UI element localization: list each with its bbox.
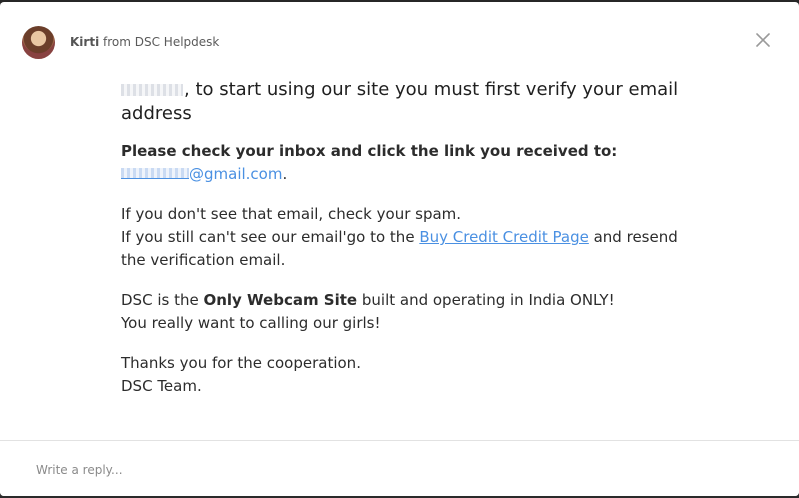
redacted-username bbox=[121, 84, 183, 96]
dsc-line-2: You really want to calling our girls! bbox=[121, 314, 381, 332]
dsc-post: built and operating in India ONLY! bbox=[357, 291, 615, 309]
spam-paragraph: If you don't see that email, check your … bbox=[121, 203, 701, 272]
dsc-line-1: DSC is the Only Webcam Site built and op… bbox=[121, 289, 701, 312]
sender-line: Kirti from DSC Helpdesk bbox=[70, 35, 219, 49]
thanks-line-2: DSC Team. bbox=[121, 377, 202, 395]
email-suffix: @gmail.com bbox=[189, 165, 283, 183]
sender-org: from DSC Helpdesk bbox=[103, 35, 220, 49]
email-period: . bbox=[282, 165, 288, 183]
headline-text: , to start using our site you must first… bbox=[121, 79, 679, 124]
dsc-paragraph: DSC is the Only Webcam Site built and op… bbox=[121, 289, 701, 335]
email-line: @gmail.com. bbox=[121, 163, 701, 186]
sender-name: Kirti bbox=[70, 35, 100, 49]
thanks-paragraph: Thanks you for the cooperation. DSC Team… bbox=[121, 352, 701, 398]
avatar bbox=[22, 25, 55, 59]
reply-input[interactable] bbox=[36, 460, 756, 480]
spam-line-2-pre: If you still can't see our email'go to t… bbox=[121, 228, 420, 246]
conversation-panel: Kirti from DSC Helpdesk , to start using… bbox=[0, 2, 799, 496]
message-body: , to start using our site you must first… bbox=[121, 78, 701, 415]
message-header: Kirti from DSC Helpdesk bbox=[22, 25, 219, 59]
close-icon bbox=[756, 33, 770, 47]
dsc-pre: DSC is the bbox=[121, 291, 204, 309]
buy-credit-page-link[interactable]: Buy Credit Credit Page bbox=[419, 228, 589, 246]
headline: , to start using our site you must first… bbox=[121, 78, 701, 126]
email-link[interactable]: @gmail.com bbox=[121, 165, 282, 183]
spam-line-1: If you don't see that email, check your … bbox=[121, 205, 462, 223]
redacted-email-user bbox=[121, 168, 189, 179]
close-button[interactable] bbox=[752, 29, 774, 51]
instruction-text: Please check your inbox and click the li… bbox=[121, 142, 618, 160]
thanks-line-1: Thanks you for the cooperation. bbox=[121, 354, 361, 372]
dsc-bold: Only Webcam Site bbox=[203, 291, 358, 309]
reply-area bbox=[0, 441, 799, 496]
instruction-paragraph: Please check your inbox and click the li… bbox=[121, 140, 701, 186]
spam-line-2: If you still can't see our email'go to t… bbox=[121, 226, 701, 272]
